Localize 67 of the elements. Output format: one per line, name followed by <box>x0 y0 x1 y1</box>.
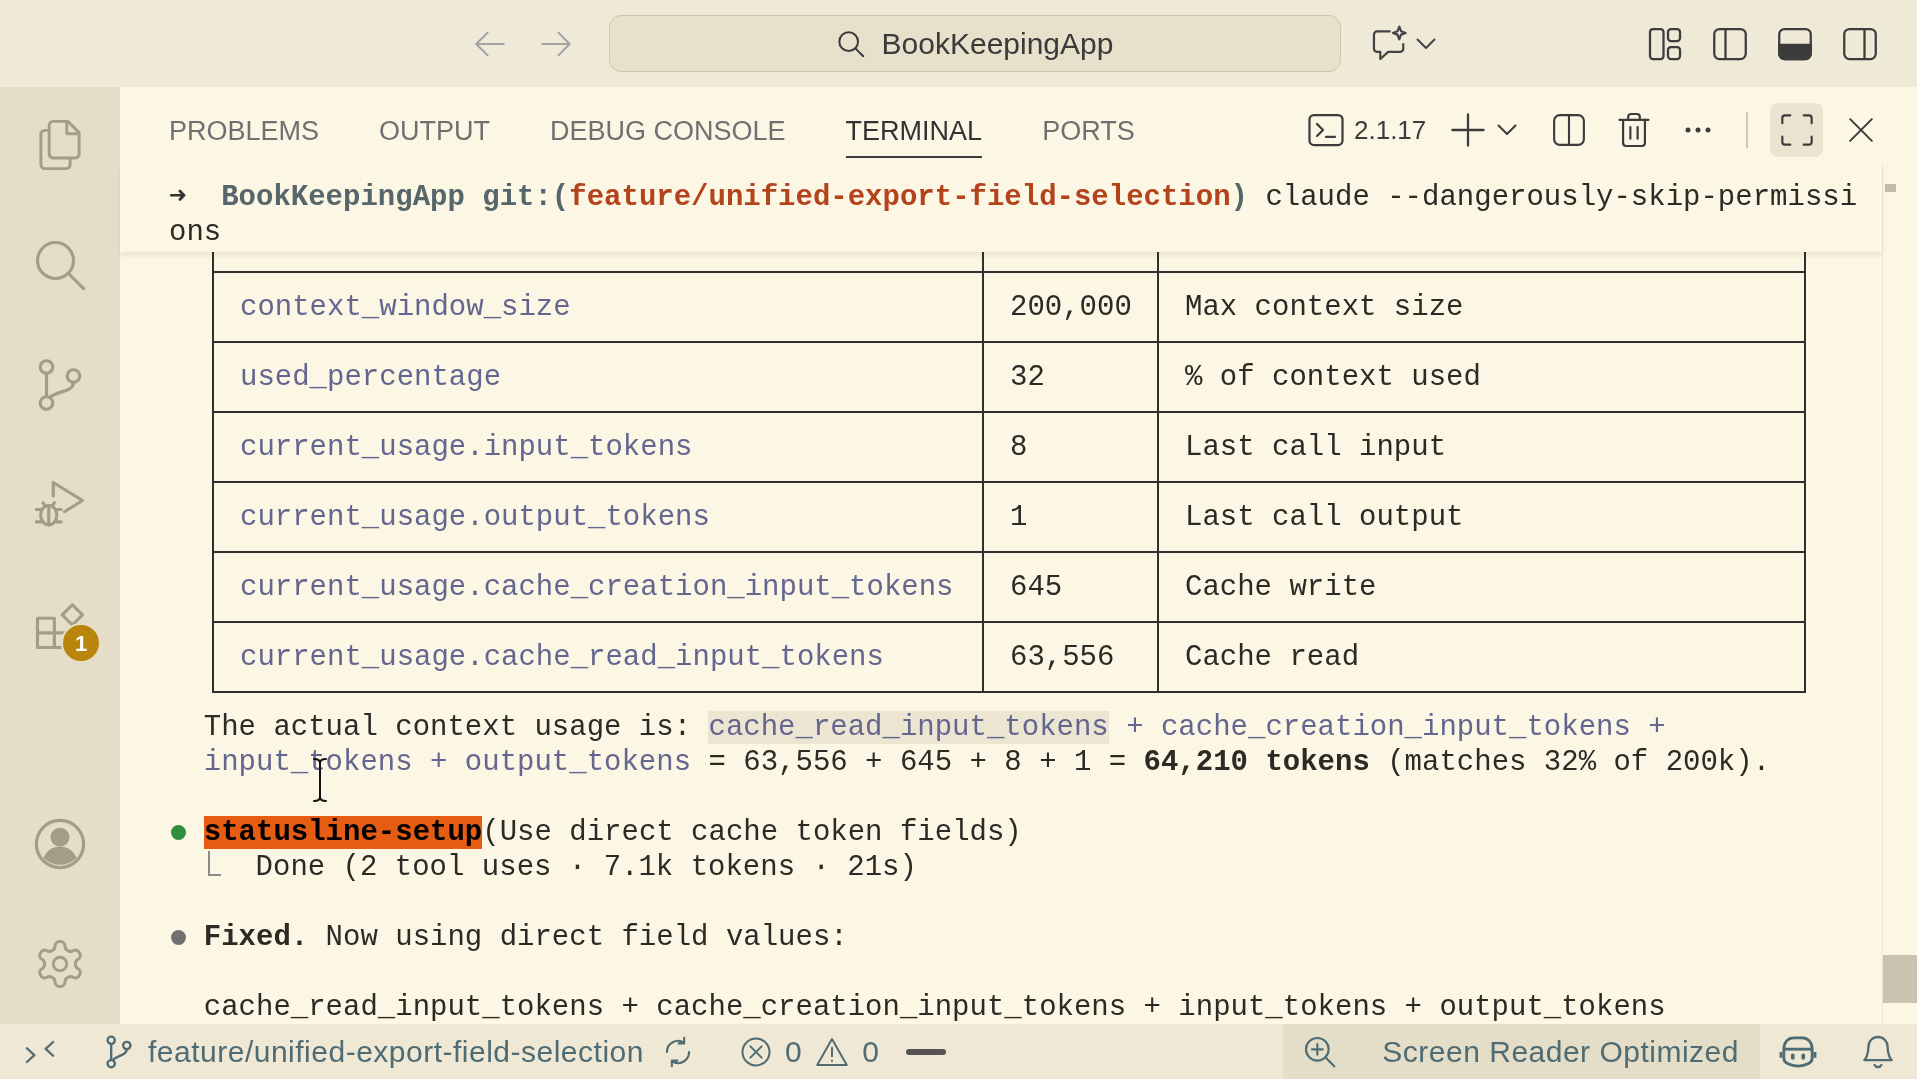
plus-icon <box>1451 112 1485 147</box>
formula-text: cache_read_input_tokens + cache_creation_input_tokens + input_tokens + output_tokens <box>203 990 1667 1025</box>
context-usage-text: The actual context usage is: cache_read_input_tokens + cache_creation_input_tokens + input_tokens + output_tokens = 63,556 + 645 + 8 + 1 = 64,210 tokens (matches 32% of 200k). <box>203 710 1772 780</box>
panel-bottom-icon <box>1777 25 1813 62</box>
table-cell: context_window_size <box>213 272 983 342</box>
table-cell: current_usage.cache_read_input_tokens <box>213 622 983 692</box>
split-icon <box>1552 112 1586 147</box>
maximize-panel-button[interactable] <box>1770 102 1823 157</box>
extensions-button[interactable]: 1 <box>30 595 104 665</box>
error-icon <box>740 1036 771 1067</box>
sidebar-right-icon <box>1842 25 1878 62</box>
more-icon <box>1685 126 1711 133</box>
terminal-command-text: ➜ BookKeepingApp git:(feature/unified-export-field-selection) claude --dangerously-skip-permissions <box>169 180 1859 250</box>
panel-tab[interactable]: OUTPUT <box>379 116 491 158</box>
notification-badge: 1 <box>61 623 101 663</box>
bell-icon <box>1863 1034 1893 1069</box>
dash-icon <box>906 1048 947 1055</box>
zoom-button[interactable] <box>1283 1024 1351 1079</box>
table-cell: % of context used <box>1158 342 1805 412</box>
terminal-icon <box>1308 112 1344 147</box>
problems-button[interactable]: 0 0 <box>731 1027 889 1076</box>
table-cell: Cache write <box>1158 552 1805 622</box>
remote-icon <box>25 1038 55 1065</box>
table-cell: 200,000 <box>983 272 1158 342</box>
table-cell: 645 <box>983 552 1158 622</box>
sidebar-left-icon <box>1712 25 1748 62</box>
panel-tab[interactable]: TERMINAL <box>845 116 983 158</box>
caret-down-icon <box>1416 37 1436 50</box>
table-cell: current_usage.cache_creation_input_tokens <box>213 552 983 622</box>
trash-icon <box>1618 111 1650 148</box>
status-message-text: Fixed. Now using direct field values: <box>203 920 848 955</box>
table-cell: 1 <box>983 482 1158 552</box>
branch-icon <box>106 1034 132 1069</box>
panel-tab[interactable]: DEBUG CONSOLE <box>550 116 786 158</box>
table-cell: used_percentage <box>213 342 983 412</box>
arrow-left-icon <box>475 30 505 57</box>
agent-task-text: statusline-setup(Use direct cache token fields) <box>203 815 1022 850</box>
table-cell: Max context size <box>1158 272 1805 342</box>
table-cell: Cache read <box>1158 622 1805 692</box>
table-cell: current_usage.output_tokens <box>213 482 983 552</box>
branch-button[interactable]: feature/unified-export-field-selection <box>100 1027 650 1076</box>
scroll-position-marker <box>1885 184 1896 192</box>
panel-tab[interactable]: PORTS <box>1042 116 1135 158</box>
caret-down-icon <box>1497 123 1517 136</box>
zoom-in-icon <box>1304 1035 1337 1068</box>
search-field[interactable]: BookKeepingApp <box>609 15 1341 72</box>
table-cell: 8 <box>983 412 1158 482</box>
terminal-profile-button[interactable]: 2.1.17 <box>1306 107 1432 152</box>
search-icon <box>33 238 87 292</box>
scrollbar-thumb[interactable] <box>1883 955 1917 1003</box>
table-cell: 63,556 <box>983 622 1158 692</box>
warning-icon <box>816 1036 849 1067</box>
table-cell: 32 <box>983 342 1158 412</box>
layout-icon <box>1647 25 1683 62</box>
chat-sparkle-icon <box>1370 24 1408 63</box>
agent-result-text: Done (2 tool uses · 7.1k tokens · 21s) <box>255 850 917 885</box>
arrow-right-icon <box>541 30 571 57</box>
account-icon <box>33 817 87 871</box>
screen-reader-button[interactable]: Screen Reader Optimized <box>1350 1024 1760 1079</box>
panel-tab[interactable]: PROBLEMS <box>169 116 320 158</box>
table-cell: Last call output <box>1158 482 1805 552</box>
table-cell: Last call input <box>1158 412 1805 482</box>
maximize-icon <box>1780 113 1813 146</box>
robot-icon <box>1779 1034 1817 1069</box>
search-icon <box>836 29 865 58</box>
close-icon <box>1848 116 1874 143</box>
table-cell: current_usage.input_tokens <box>213 412 983 482</box>
